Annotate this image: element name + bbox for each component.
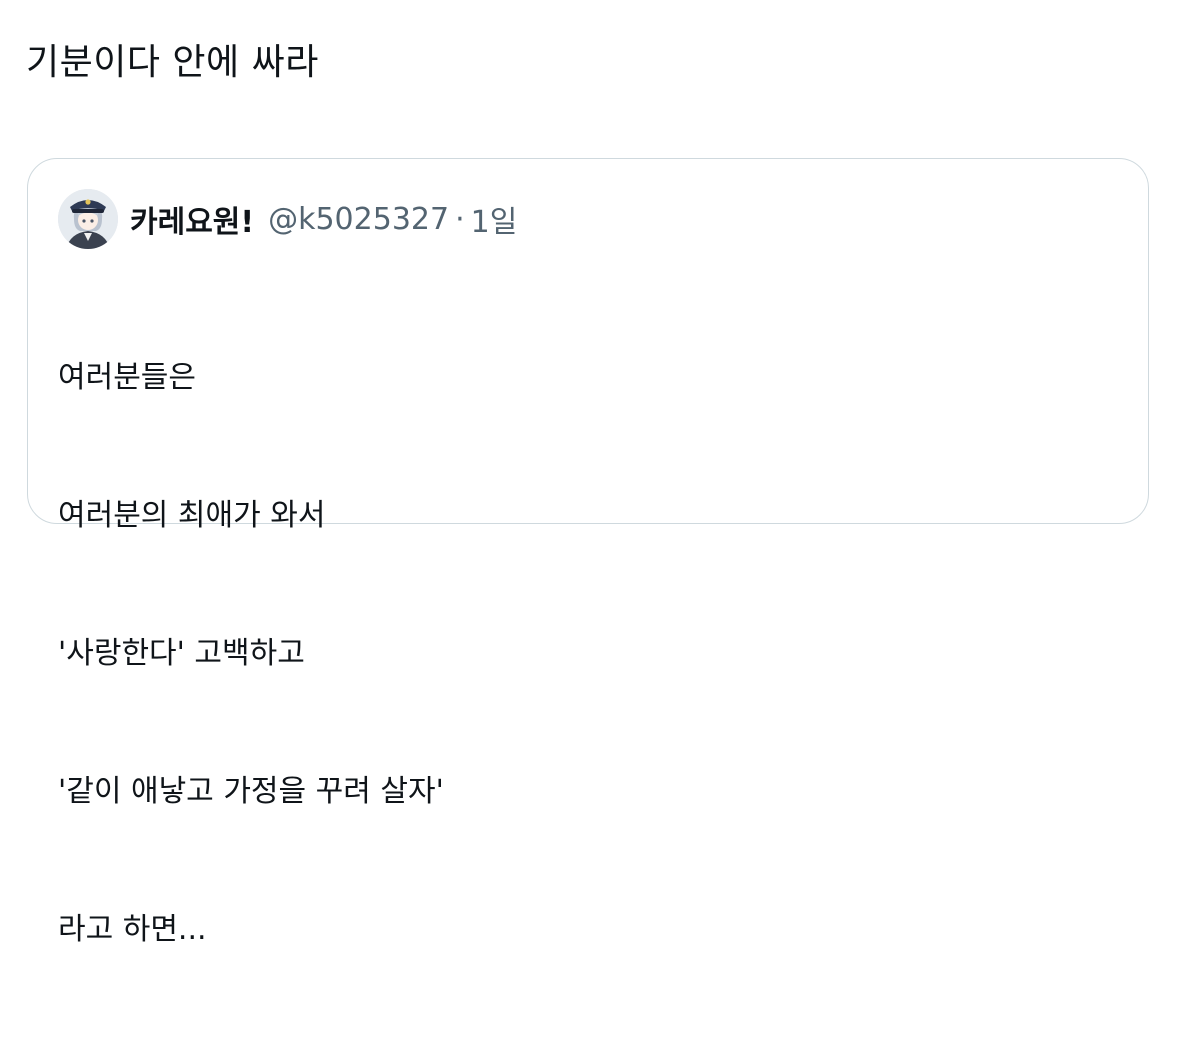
quoted-text-line: '사랑한다' 고백하고	[58, 636, 305, 671]
quoted-text-line: 라고 하면...	[58, 912, 207, 947]
quoted-text-line: '같이 애낳고 가정을 꾸려 살자'	[58, 774, 444, 809]
quoted-tweet-body: 여러분들은 여러분의 최애가 와서 '사랑한다' 고백하고 '같이 애낳고 가정…	[58, 263, 444, 1045]
user-handle[interactable]: @k5025327	[268, 202, 449, 237]
anime-character-avatar-icon	[58, 189, 118, 249]
avatar[interactable]	[58, 189, 118, 249]
display-name[interactable]: 카레요원!	[130, 197, 254, 241]
quoted-tweet-card[interactable]: 카레요원! @k5025327 · 1일 여러분들은 여러분의 최애가 와서 '…	[27, 158, 1149, 947]
quoted-tweet-header: 카레요원! @k5025327 · 1일	[58, 189, 517, 249]
quoted-text-line: 여러분의 최애가 와서	[58, 498, 326, 533]
tweet-text: 기분이다 안에 싸라	[26, 42, 319, 83]
quoted-text-line: 여러분들은	[58, 360, 196, 395]
timestamp[interactable]: 1일	[471, 197, 518, 241]
separator-dot: ·	[455, 201, 465, 237]
